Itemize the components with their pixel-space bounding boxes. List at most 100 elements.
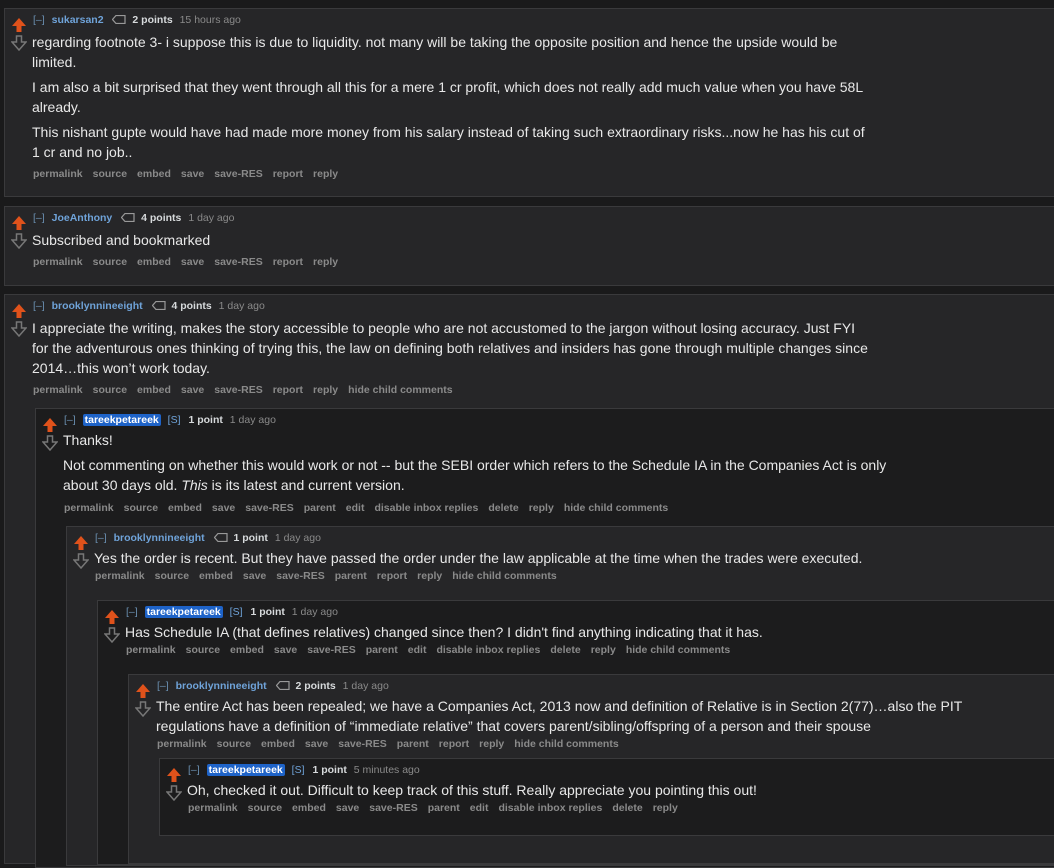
edit-button[interactable]: edit [408, 644, 427, 656]
downvote-arrow-icon[interactable] [73, 553, 89, 569]
author-link[interactable]: sukarsan2 [52, 14, 104, 26]
upvote-arrow-icon[interactable] [11, 17, 27, 33]
author-link[interactable]: brooklynnineeight [176, 680, 267, 692]
downvote-arrow-icon[interactable] [11, 233, 27, 249]
source-button[interactable]: source [248, 802, 282, 814]
collapse-toggle[interactable]: [–] [126, 606, 138, 618]
author-link[interactable]: tareekpetareek [82, 414, 161, 426]
permalink-button[interactable]: permalink [157, 738, 207, 750]
report-button[interactable]: report [273, 256, 303, 268]
submitter-flag[interactable]: [S] [292, 764, 305, 776]
save-res-button[interactable]: save-RES [245, 502, 293, 514]
collapse-toggle[interactable]: [–] [95, 532, 107, 544]
save-res-button[interactable]: save-RES [307, 644, 355, 656]
source-button[interactable]: source [93, 384, 127, 396]
downvote-arrow-icon[interactable] [104, 627, 120, 643]
reply-button[interactable]: reply [653, 802, 678, 814]
disable-inbox-replies-button[interactable]: disable inbox replies [498, 802, 602, 814]
source-button[interactable]: source [155, 570, 189, 582]
author-link[interactable]: tareekpetareek [144, 606, 223, 618]
hide-child-comments-button[interactable]: hide child comments [514, 738, 618, 750]
permalink-button[interactable]: permalink [64, 502, 114, 514]
source-button[interactable]: source [124, 502, 158, 514]
author-link[interactable]: brooklynnineeight [52, 300, 143, 312]
embed-button[interactable]: embed [261, 738, 295, 750]
reply-button[interactable]: reply [417, 570, 442, 582]
report-button[interactable]: report [273, 168, 303, 180]
upvote-arrow-icon[interactable] [42, 417, 58, 433]
save-button[interactable]: save [243, 570, 266, 582]
submitter-flag[interactable]: [S] [230, 606, 243, 618]
source-button[interactable]: source [217, 738, 251, 750]
embed-button[interactable]: embed [137, 256, 171, 268]
delete-button[interactable]: delete [488, 502, 518, 514]
permalink-button[interactable]: permalink [126, 644, 176, 656]
hide-child-comments-button[interactable]: hide child comments [564, 502, 668, 514]
embed-button[interactable]: embed [230, 644, 264, 656]
reply-button[interactable]: reply [313, 168, 338, 180]
embed-button[interactable]: embed [168, 502, 202, 514]
parent-button[interactable]: parent [304, 502, 336, 514]
upvote-arrow-icon[interactable] [73, 535, 89, 551]
embed-button[interactable]: embed [199, 570, 233, 582]
collapse-toggle[interactable]: [–] [33, 212, 45, 224]
parent-button[interactable]: parent [335, 570, 367, 582]
author-link[interactable]: brooklynnineeight [114, 532, 205, 544]
save-button[interactable]: save [305, 738, 328, 750]
downvote-arrow-icon[interactable] [11, 321, 27, 337]
author-link[interactable]: JoeAnthony [52, 212, 113, 224]
save-res-button[interactable]: save-RES [369, 802, 417, 814]
delete-button[interactable]: delete [550, 644, 580, 656]
report-button[interactable]: report [273, 384, 303, 396]
hide-child-comments-button[interactable]: hide child comments [626, 644, 730, 656]
save-button[interactable]: save [274, 644, 297, 656]
permalink-button[interactable]: permalink [33, 384, 83, 396]
delete-button[interactable]: delete [612, 802, 642, 814]
collapse-toggle[interactable]: [–] [188, 764, 200, 776]
submitter-flag[interactable]: [S] [168, 414, 181, 426]
parent-button[interactable]: parent [366, 644, 398, 656]
downvote-arrow-icon[interactable] [42, 435, 58, 451]
permalink-button[interactable]: permalink [95, 570, 145, 582]
upvote-arrow-icon[interactable] [166, 767, 182, 783]
save-button[interactable]: save [336, 802, 359, 814]
embed-button[interactable]: embed [137, 384, 171, 396]
report-button[interactable]: report [439, 738, 469, 750]
source-button[interactable]: source [186, 644, 220, 656]
permalink-button[interactable]: permalink [33, 168, 83, 180]
save-button[interactable]: save [181, 384, 204, 396]
hide-child-comments-button[interactable]: hide child comments [452, 570, 556, 582]
upvote-arrow-icon[interactable] [11, 215, 27, 231]
embed-button[interactable]: embed [137, 168, 171, 180]
source-button[interactable]: source [93, 256, 127, 268]
reply-button[interactable]: reply [529, 502, 554, 514]
save-button[interactable]: save [181, 168, 204, 180]
reply-button[interactable]: reply [591, 644, 616, 656]
reply-button[interactable]: reply [313, 256, 338, 268]
reply-button[interactable]: reply [479, 738, 504, 750]
save-res-button[interactable]: save-RES [276, 570, 324, 582]
downvote-arrow-icon[interactable] [166, 785, 182, 801]
disable-inbox-replies-button[interactable]: disable inbox replies [436, 644, 540, 656]
collapse-toggle[interactable]: [–] [157, 680, 169, 692]
embed-button[interactable]: embed [292, 802, 326, 814]
source-button[interactable]: source [93, 168, 127, 180]
parent-button[interactable]: parent [428, 802, 460, 814]
collapse-toggle[interactable]: [–] [33, 300, 45, 312]
hide-child-comments-button[interactable]: hide child comments [348, 384, 452, 396]
save-res-button[interactable]: save-RES [338, 738, 386, 750]
upvote-arrow-icon[interactable] [11, 303, 27, 319]
save-res-button[interactable]: save-RES [214, 256, 262, 268]
downvote-arrow-icon[interactable] [135, 701, 151, 717]
disable-inbox-replies-button[interactable]: disable inbox replies [374, 502, 478, 514]
downvote-arrow-icon[interactable] [11, 35, 27, 51]
permalink-button[interactable]: permalink [188, 802, 238, 814]
author-link[interactable]: tareekpetareek [206, 764, 285, 776]
collapse-toggle[interactable]: [–] [33, 14, 45, 26]
edit-button[interactable]: edit [346, 502, 365, 514]
save-res-button[interactable]: save-RES [214, 384, 262, 396]
upvote-arrow-icon[interactable] [104, 609, 120, 625]
collapse-toggle[interactable]: [–] [64, 414, 76, 426]
edit-button[interactable]: edit [470, 802, 489, 814]
upvote-arrow-icon[interactable] [135, 683, 151, 699]
